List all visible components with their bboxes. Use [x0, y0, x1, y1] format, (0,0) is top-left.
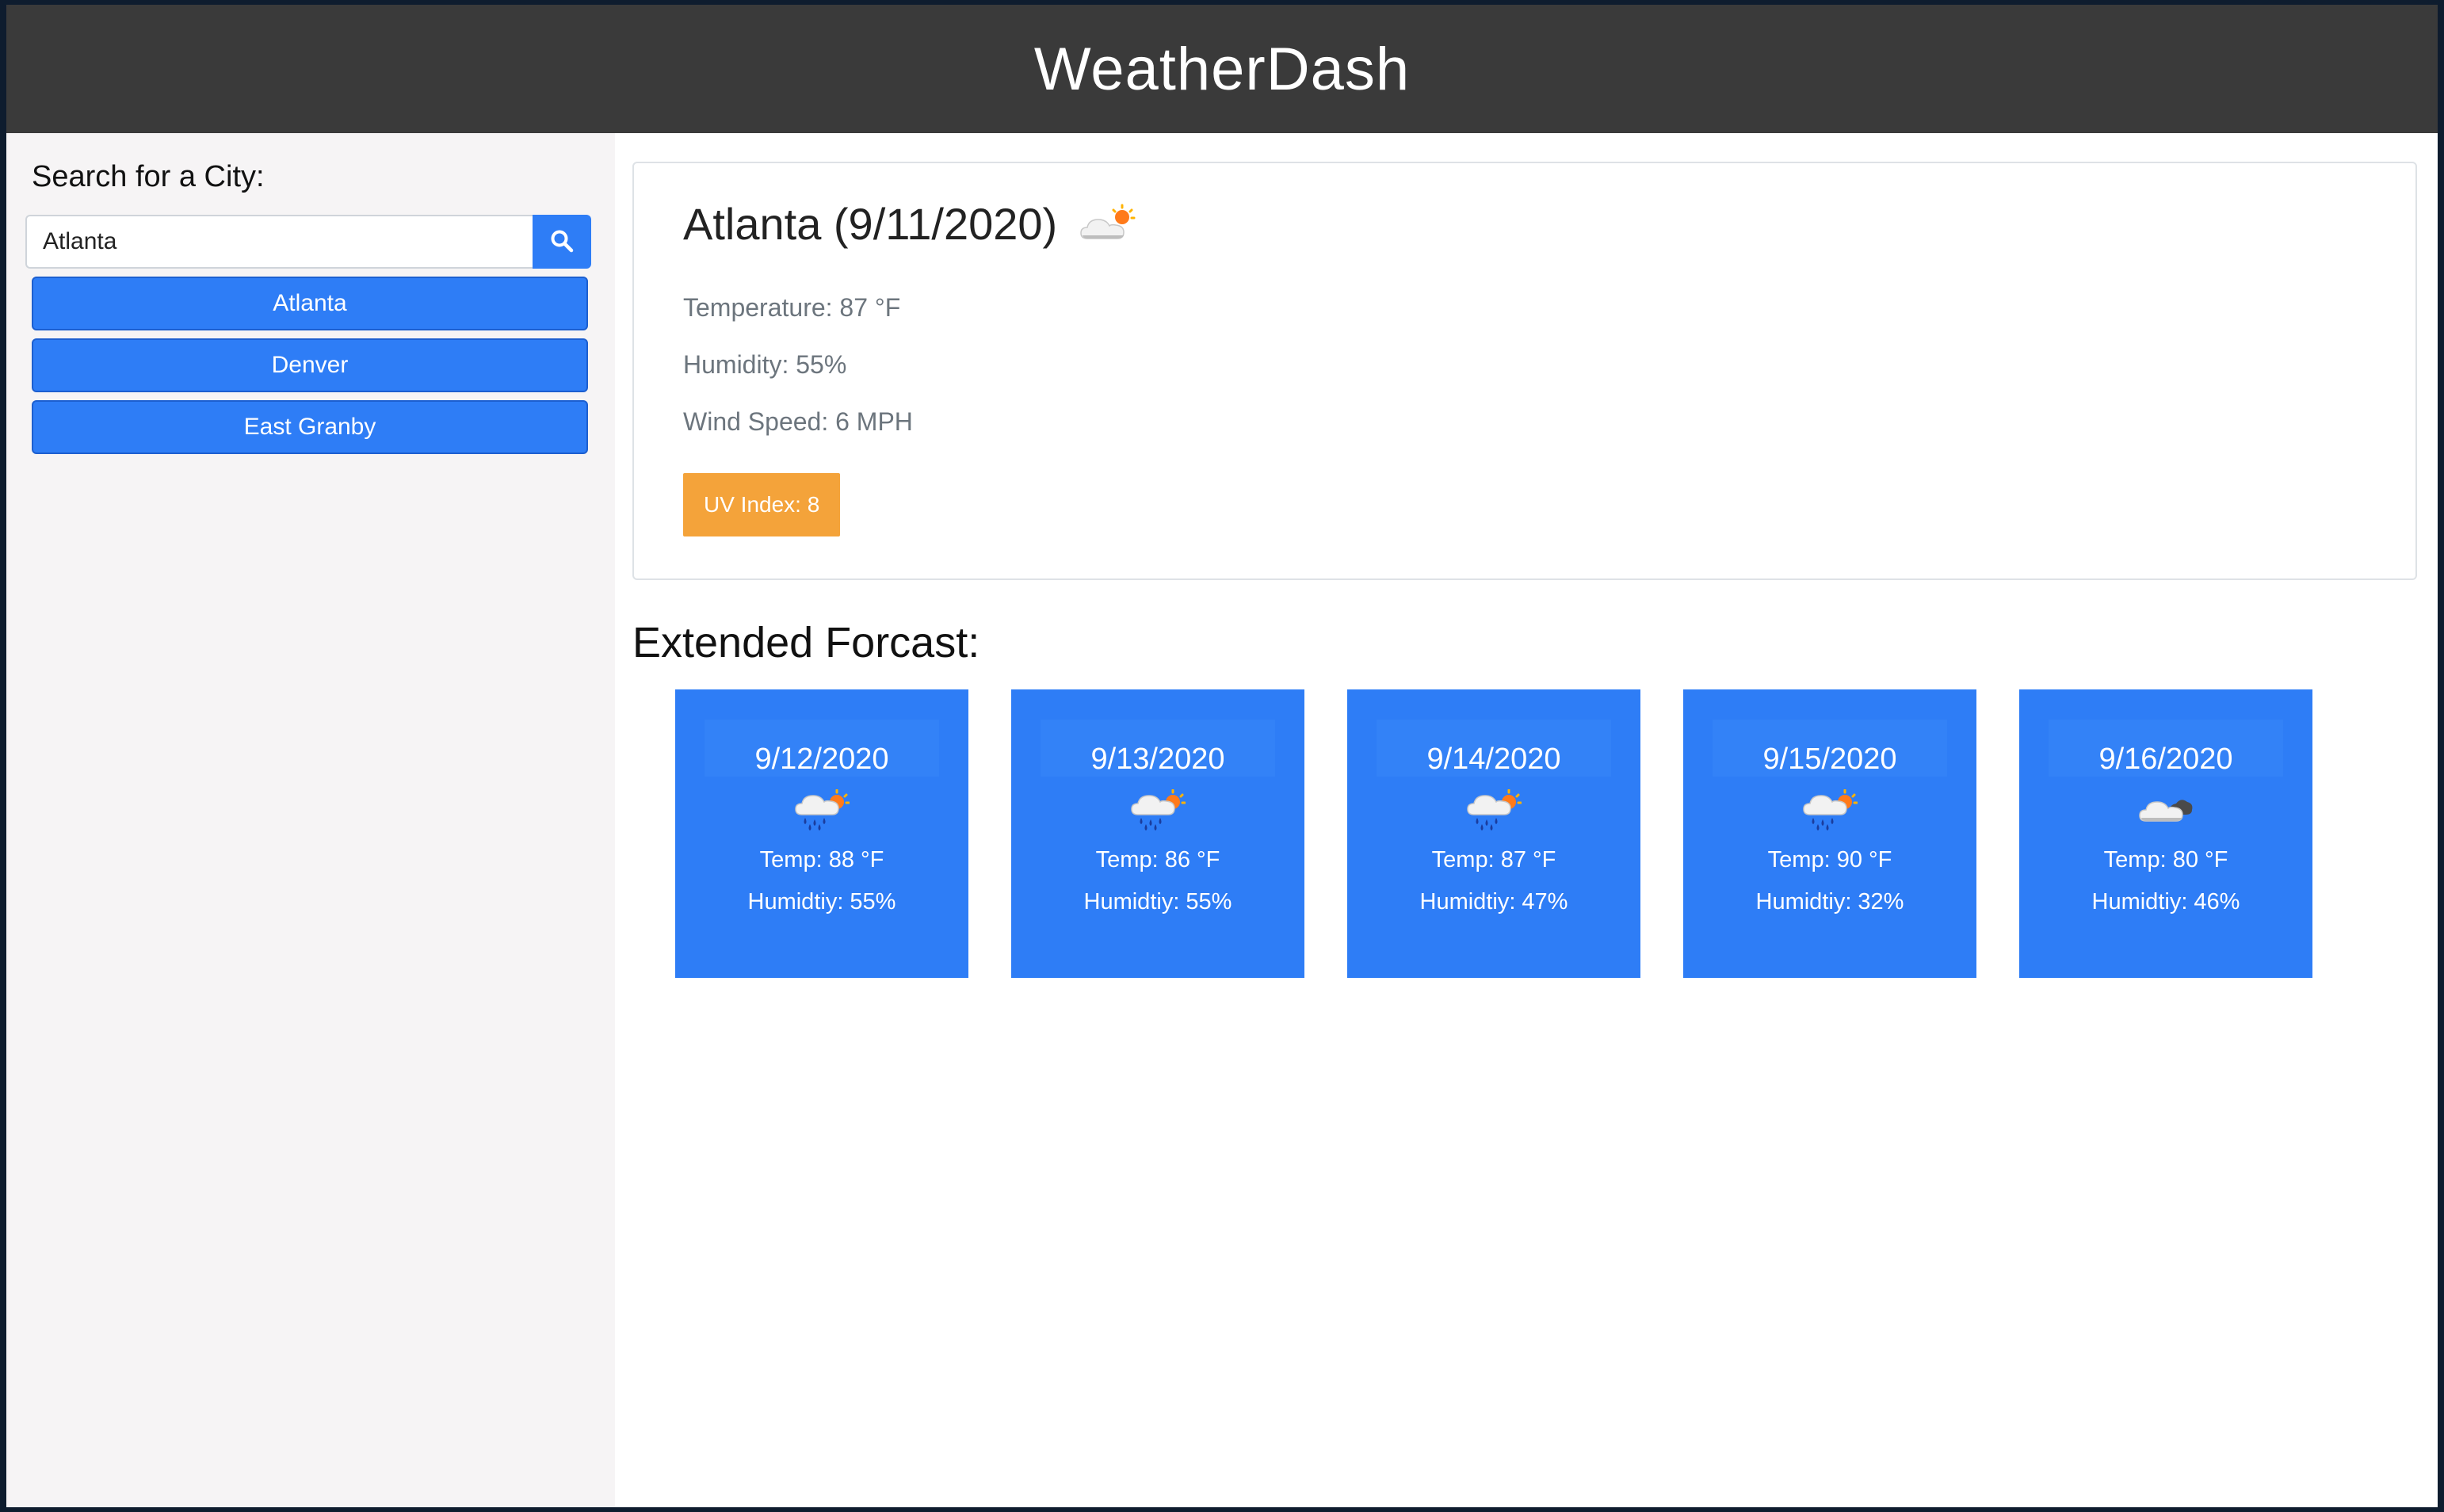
forecast-card: 9/13/2020 Temp: 86 °F Humidtiy: 55%: [1011, 689, 1304, 978]
forecast-card: 9/14/2020 Temp: 87 °F Humidtiy: 47%: [1347, 689, 1640, 978]
current-weather-card: Atlanta (9/11/2020) Temperature: 87 °F H…: [632, 162, 2417, 580]
search-input[interactable]: [25, 215, 533, 269]
forecast-humidity: Humidtiy: 55%: [1083, 889, 1232, 914]
forecast-heading: Extended Forcast:: [632, 619, 980, 666]
forecast-temp: Temp: 87 °F: [1431, 847, 1556, 872]
wind-speed-text: Wind Speed: 6 MPH: [683, 407, 913, 436]
rain-sun-icon: [1802, 788, 1858, 834]
forecast-date: 9/12/2020: [705, 720, 939, 777]
forecast-temp: Temp: 90 °F: [1767, 847, 1892, 872]
header-bar: WeatherDash: [6, 5, 2438, 133]
cloudy-icon: [2138, 789, 2194, 834]
forecast-date: 9/14/2020: [1377, 720, 1611, 777]
forecast-temp: Temp: 80 °F: [2103, 847, 2228, 872]
search-row: [25, 215, 591, 269]
forecast-row: 9/12/2020 Temp: 88 °F Humidtiy: 55% 9/13…: [632, 689, 2417, 978]
main-content: Atlanta (9/11/2020) Temperature: 87 °F H…: [615, 133, 2438, 1507]
city-button-east-granby[interactable]: East Granby: [32, 400, 588, 454]
current-heading: Atlanta (9/11/2020): [683, 198, 2366, 250]
rain-sun-icon: [794, 788, 850, 834]
forecast-humidity: Humidtiy: 32%: [1755, 889, 1904, 914]
forecast-date: 9/15/2020: [1713, 720, 1947, 777]
city-button-denver[interactable]: Denver: [32, 338, 588, 392]
app-window: WeatherDash Search for a City: Atlanta D…: [6, 5, 2438, 1507]
app-title: WeatherDash: [1033, 35, 1411, 103]
uv-index-badge: UV Index: 8: [683, 473, 841, 536]
forecast-temp: Temp: 88 °F: [759, 847, 884, 872]
forecast-humidity: Humidtiy: 47%: [1419, 889, 1568, 914]
current-city-title: Atlanta (9/11/2020): [683, 199, 1058, 249]
forecast-card: 9/12/2020 Temp: 88 °F Humidtiy: 55%: [675, 689, 968, 978]
forecast-humidity: Humidtiy: 55%: [747, 889, 896, 914]
search-button[interactable]: [533, 215, 591, 269]
humidity-text: Humidity: 55%: [683, 350, 847, 379]
page-layout: Search for a City: Atlanta Denver East G…: [6, 133, 2438, 1507]
rain-sun-icon: [1466, 788, 1522, 834]
forecast-date: 9/13/2020: [1041, 720, 1275, 777]
search-icon: [550, 229, 574, 255]
rain-sun-icon: [1130, 788, 1186, 834]
forecast-card: 9/16/2020 Temp: 80 °F Humidtiy: 46%: [2019, 689, 2312, 978]
forecast-card: 9/15/2020 Temp: 90 °F Humidtiy: 32%: [1683, 689, 1976, 978]
temperature-text: Temperature: 87 °F: [683, 293, 901, 322]
partly-cloudy-icon: [1079, 204, 1136, 245]
forecast-temp: Temp: 86 °F: [1095, 847, 1220, 872]
city-button-atlanta[interactable]: Atlanta: [32, 277, 588, 330]
search-label: Search for a City:: [32, 160, 265, 193]
search-sidebar: Search for a City: Atlanta Denver East G…: [6, 133, 615, 1507]
forecast-date: 9/16/2020: [2049, 720, 2283, 777]
forecast-humidity: Humidtiy: 46%: [2091, 889, 2240, 914]
